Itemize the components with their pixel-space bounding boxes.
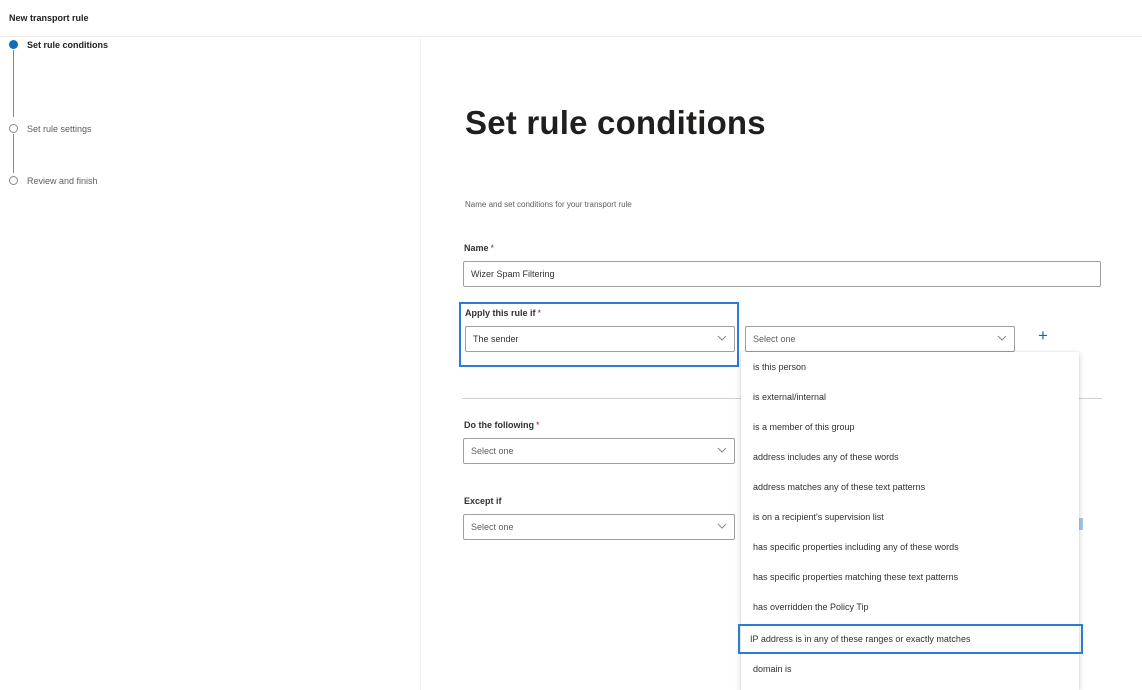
step-connector [13, 134, 14, 173]
required-mark: * [490, 243, 495, 253]
name-label-text: Name [464, 243, 489, 253]
menu-item[interactable]: is on a recipient's supervision list [741, 502, 1079, 532]
chevron-down-icon [717, 523, 727, 529]
step-item-set-rule-conditions[interactable]: Set rule conditions [27, 40, 108, 50]
menu-item[interactable]: has overridden the Policy Tip [741, 592, 1079, 622]
header-bar: New transport rule [0, 0, 1142, 37]
action-dropdown[interactable]: Select one [463, 438, 735, 464]
required-mark: * [536, 420, 540, 430]
exception-placeholder: Select one [471, 522, 514, 532]
apply-rule-property-placeholder: Select one [753, 334, 796, 344]
chevron-down-icon [717, 335, 727, 341]
add-condition-button[interactable]: + [1034, 327, 1052, 345]
except-if-label: Except if [464, 496, 502, 506]
name-label: Name * [464, 243, 494, 253]
chevron-down-icon [717, 447, 727, 453]
page-header-title: New transport rule [9, 13, 89, 23]
step-3-indicator-icon [9, 176, 18, 185]
step-1-indicator-icon [9, 40, 18, 49]
menu-item[interactable]: has specific properties matching these t… [741, 562, 1079, 592]
page-title: Set rule conditions [465, 104, 766, 141]
step-item-review-and-finish[interactable]: Review and finish [27, 176, 98, 186]
apply-rule-if-label-text: Apply this rule if [465, 308, 536, 318]
step-item-set-rule-settings[interactable]: Set rule settings [27, 124, 92, 134]
required-mark: * [537, 308, 542, 318]
step-connector [13, 50, 14, 117]
exception-dropdown[interactable]: Select one [463, 514, 735, 540]
wizard-stepper [0, 36, 420, 690]
menu-item[interactable]: is external/internal [741, 382, 1079, 412]
menu-item[interactable]: is this person [741, 352, 1079, 382]
sender-condition-menu: is this person is external/internal is a… [738, 352, 1083, 690]
do-the-following-label-text: Do the following [464, 420, 534, 430]
menu-item[interactable]: is a member of this group [741, 412, 1079, 442]
action-placeholder: Select one [471, 446, 514, 456]
menu-item[interactable]: domain is [741, 654, 1079, 684]
apply-rule-condition-dropdown[interactable]: The sender [465, 326, 735, 352]
vertical-divider [420, 37, 421, 690]
do-the-following-label: Do the following * [464, 420, 540, 430]
page-subtitle: Name and set conditions for your transpo… [465, 200, 632, 209]
menu-item[interactable]: address includes any of these words [741, 442, 1079, 472]
menu-item[interactable]: address matches any of these text patter… [741, 472, 1079, 502]
menu-item-selected[interactable]: IP address is in any of these ranges or … [738, 624, 1083, 654]
menu-item[interactable]: has specific properties including any of… [741, 532, 1079, 562]
chevron-down-icon [997, 335, 1007, 341]
apply-rule-condition-value: The sender [473, 334, 519, 344]
step-2-indicator-icon [9, 124, 18, 133]
apply-rule-if-label: Apply this rule if * [465, 308, 541, 318]
name-input[interactable]: Wizer Spam Filtering [463, 261, 1101, 287]
apply-rule-property-dropdown[interactable]: Select one [745, 326, 1015, 352]
